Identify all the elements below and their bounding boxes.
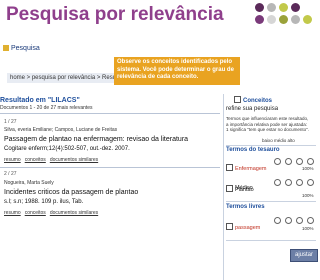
dot	[267, 3, 276, 12]
conceitos-link[interactable]: conceitos	[25, 210, 46, 216]
livres-label: Termos livres	[226, 204, 265, 210]
results-count: Documentos 1 - 20 de 27 mais relevantes	[0, 105, 93, 111]
free-term-row: passagem	[226, 216, 260, 234]
relevance-radios	[274, 158, 314, 165]
divider	[226, 240, 316, 241]
results-title: Resultado em "LILACS"	[0, 97, 80, 104]
radio-medio[interactable]	[285, 158, 292, 165]
concepts-header: Conceitos	[234, 96, 272, 104]
refine-row: refine sua pesquisa	[226, 106, 278, 112]
divider	[0, 167, 220, 168]
similares-link[interactable]: documentos similares	[50, 157, 98, 163]
radio-alto[interactable]	[296, 217, 303, 224]
scale-label: baixo médio alto	[262, 138, 295, 143]
radio-alto[interactable]	[296, 158, 303, 165]
search-tab-icon	[3, 45, 9, 51]
tesauro-label: Termos do tesauro	[226, 147, 280, 153]
radio-baixo[interactable]	[274, 217, 281, 224]
similares-link[interactable]: documentos similares	[50, 210, 98, 216]
radio-max[interactable]	[307, 158, 314, 165]
radio-baixo[interactable]	[274, 179, 281, 186]
tab-label: Pesquisa	[11, 45, 40, 52]
doc-authors: Silva, everia Emiliane; Campos, Luciane …	[4, 127, 118, 133]
dot	[291, 3, 300, 12]
dot	[291, 15, 300, 24]
dot	[303, 15, 312, 24]
doc-number: 2 / 27	[4, 171, 17, 177]
term-sublabel: Médico	[235, 185, 253, 191]
radio-max[interactable]	[307, 179, 314, 186]
panel-instructions: Termos que influenciaram este resultado,…	[226, 116, 309, 132]
term-percent: 100%	[302, 166, 314, 171]
term-label: passagem	[235, 225, 261, 231]
tooltip-callout: Observe os conceitos identificados pelo …	[114, 57, 240, 85]
apply-button[interactable]: ajustar	[290, 249, 318, 262]
dot	[279, 15, 288, 24]
doc-title-link[interactable]: Passagem de plantao na enfermagem: revis…	[4, 136, 188, 143]
refine-label: refine sua pesquisa	[226, 106, 279, 112]
decorative-dots	[255, 3, 317, 33]
doc-title-link[interactable]: Incidentes criticos da passagem de plant…	[4, 189, 138, 196]
tab-pesquisa[interactable]: Pesquisa	[2, 42, 72, 55]
term-checkbox[interactable]	[226, 185, 233, 192]
concepts-label: Conceitos	[243, 98, 273, 104]
term-percent: 100%	[302, 226, 314, 231]
doc-source: s.l; s.n; 1988. 109 p. ilus, Tab.	[4, 199, 84, 205]
term-checkbox[interactable]	[226, 164, 233, 171]
doc-authors: Nogueira, Marta Suely	[4, 180, 54, 186]
resumo-link[interactable]: resumo	[4, 210, 21, 216]
divider	[0, 113, 220, 114]
divider	[226, 201, 316, 202]
radio-medio[interactable]	[285, 179, 292, 186]
radio-baixo[interactable]	[274, 158, 281, 165]
doc-links: resumo conceitos documentos similares	[4, 210, 102, 216]
term-label: Enfermagem	[235, 166, 267, 172]
dot	[255, 3, 264, 12]
radio-max[interactable]	[307, 217, 314, 224]
radio-alto[interactable]	[296, 179, 303, 186]
relevance-radios	[274, 179, 314, 186]
divider	[226, 145, 316, 146]
screenshot-area: Pesquisa home > pesquisa por relevância …	[0, 40, 320, 280]
dot	[279, 3, 288, 12]
term-row: Enfermagem	[226, 157, 267, 175]
concepts-panel: Conceitos refine sua pesquisa Termos que…	[223, 94, 320, 280]
concepts-checkbox[interactable]	[234, 96, 241, 103]
doc-source: Cogitare enferm;12(4):502-507, out.-dez.…	[4, 146, 130, 152]
resumo-link[interactable]: resumo	[4, 157, 21, 163]
slide-title: Pesquisa por relevância	[6, 4, 224, 25]
relevance-radios	[274, 217, 314, 224]
radio-medio[interactable]	[285, 217, 292, 224]
term-percent: 100%	[302, 193, 314, 198]
doc-number: 1 / 27	[4, 119, 17, 125]
doc-links: resumo conceitos documentos similares	[4, 157, 102, 163]
conceitos-link[interactable]: conceitos	[25, 157, 46, 163]
dot	[255, 15, 264, 24]
term-checkbox[interactable]	[226, 223, 233, 230]
dot	[267, 15, 276, 24]
